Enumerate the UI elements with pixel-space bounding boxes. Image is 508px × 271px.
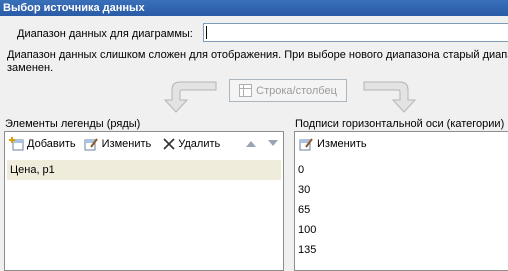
triangle-down-icon bbox=[268, 140, 279, 146]
edit-icon bbox=[299, 137, 313, 150]
edit-series-button[interactable]: Изменить bbox=[80, 134, 156, 154]
switch-button-label: Строка/столбец bbox=[256, 84, 337, 97]
axis-labels-title: Подписи горизонтальной оси (категории) bbox=[295, 118, 505, 130]
add-series-button[interactable]: Добавить bbox=[5, 134, 80, 154]
left-curved-arrow-icon bbox=[163, 81, 217, 113]
delete-series-button[interactable]: Удалить bbox=[159, 134, 224, 154]
text-caret bbox=[206, 26, 207, 39]
edit-icon bbox=[84, 137, 98, 150]
right-curved-arrow-icon bbox=[363, 81, 417, 113]
series-list: Цена, р1 bbox=[5, 160, 283, 180]
move-down-button[interactable] bbox=[264, 134, 282, 154]
move-up-button[interactable] bbox=[242, 134, 260, 154]
triangle-up-icon bbox=[246, 141, 257, 147]
table-icon bbox=[239, 84, 253, 97]
add-icon bbox=[9, 136, 24, 150]
switch-row-column-button[interactable]: Строка/столбец bbox=[229, 79, 347, 102]
info-text: Диапазон данных слишком сложен для отобр… bbox=[7, 49, 508, 74]
range-input[interactable] bbox=[203, 23, 508, 42]
edit-categories-label: Изменить bbox=[317, 137, 367, 150]
edit-series-label: Изменить bbox=[101, 137, 152, 150]
list-item[interactable]: 65 bbox=[295, 200, 508, 220]
axis-toolbar: Изменить bbox=[295, 132, 508, 155]
list-item[interactable]: 135 bbox=[295, 240, 508, 260]
axis-labels-panel: Изменить 0 30 65 100 135 bbox=[294, 131, 508, 271]
list-item[interactable]: 30 bbox=[295, 180, 508, 200]
add-series-label: Добавить bbox=[27, 137, 76, 150]
list-item[interactable]: Цена, р1 bbox=[7, 160, 281, 180]
range-label: Диапазон данных для диаграммы: bbox=[17, 28, 193, 40]
list-item[interactable]: 100 bbox=[295, 220, 508, 240]
legend-toolbar: Добавить Изменить Удалить bbox=[5, 132, 283, 155]
window-title: Выбор источника данных bbox=[0, 0, 508, 16]
legend-entries-title: Элементы легенды (ряды) bbox=[5, 118, 141, 130]
list-item[interactable]: 0 bbox=[295, 160, 508, 180]
edit-categories-button[interactable]: Изменить bbox=[295, 134, 371, 154]
legend-entries-panel: Добавить Изменить Удалить Цена, р1 bbox=[4, 131, 284, 271]
delete-series-label: Удалить bbox=[178, 137, 221, 150]
delete-icon bbox=[163, 137, 175, 150]
category-list: 0 30 65 100 135 bbox=[295, 160, 508, 260]
